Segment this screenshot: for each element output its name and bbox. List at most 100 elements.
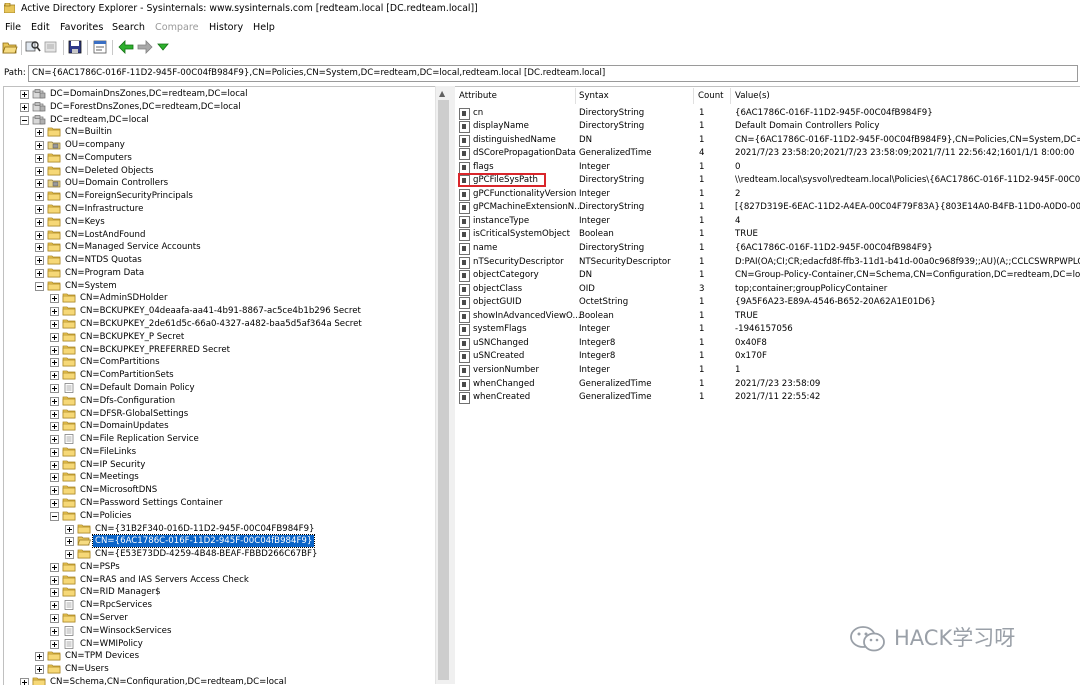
expand-icon[interactable] [35, 652, 44, 662]
expand-icon[interactable] [50, 613, 59, 623]
expand-icon[interactable] [50, 639, 59, 649]
attribute-row[interactable]: objectClass OID 3 top;container;groupPolicy… [455, 283, 1080, 297]
expand-icon[interactable] [35, 256, 44, 266]
collapse-icon[interactable] [50, 511, 59, 521]
properties-icon[interactable] [92, 39, 108, 55]
attribute-row[interactable]: gPCFunctionalityVersion Integer 1 2 [455, 188, 1080, 202]
attribute-row[interactable]: nTSecurityDescriptor NTSecurityDescriptor… [455, 256, 1080, 270]
expand-icon[interactable] [20, 90, 29, 99]
expand-icon[interactable] [50, 435, 59, 445]
expand-icon[interactable] [50, 562, 59, 572]
menu-history[interactable]: History [209, 22, 243, 33]
attribute-row[interactable]: gPCMachineExtensionN... DirectoryString 1 [… [455, 201, 1080, 215]
expand-icon[interactable] [35, 205, 44, 215]
open-folder-icon[interactable] [2, 39, 18, 55]
tree-scrollbar[interactable]: ▲ [435, 86, 451, 684]
expand-icon[interactable] [50, 588, 59, 598]
attribute-row[interactable]: whenChanged GeneralizedTime 1 2021/7/23 23:… [455, 378, 1080, 392]
attribute-row[interactable]: gPCFileSysPath DirectoryString 1 \\redteam.… [455, 174, 1080, 188]
expand-icon[interactable] [50, 307, 59, 317]
collapse-icon[interactable] [35, 281, 44, 291]
expand-icon[interactable] [35, 128, 44, 138]
scroll-up-arrow-icon[interactable]: ▲ [439, 89, 445, 98]
attribute-row[interactable]: displayName DirectoryString 1 Default Domai… [455, 120, 1080, 134]
expand-icon[interactable] [35, 141, 44, 151]
attribute-icon [459, 148, 470, 161]
attribute-name: gPCMachineExtensionN... [473, 202, 583, 213]
expand-icon[interactable] [35, 243, 44, 253]
forward-arrow-icon[interactable] [137, 39, 153, 55]
attribute-row[interactable]: cn DirectoryString 1 {6AC1786C-016F-11D2-94… [455, 107, 1080, 121]
expand-icon[interactable] [50, 473, 59, 483]
expand-icon[interactable] [35, 192, 44, 202]
column-header-syntax[interactable]: Syntax [575, 88, 694, 104]
save-icon[interactable] [67, 39, 83, 55]
scrollbar-thumb[interactable] [438, 100, 449, 680]
column-header-values[interactable]: Value(s) [731, 88, 1080, 104]
path-field[interactable]: CN={6AC1786C-016F-11D2-945F-00C04fB984F9… [28, 65, 1078, 82]
expand-icon[interactable] [35, 268, 44, 278]
attribute-icon [459, 161, 470, 174]
expand-icon[interactable] [65, 537, 74, 547]
expand-icon[interactable] [50, 383, 59, 393]
expand-icon[interactable] [50, 460, 59, 470]
attribute-syntax: DirectoryString [579, 243, 645, 253]
menu-compare[interactable]: Compare [155, 22, 199, 33]
column-header-count[interactable]: Count [694, 88, 731, 104]
expand-icon[interactable] [50, 294, 59, 304]
column-header-attribute[interactable]: Attribute [455, 88, 576, 104]
attribute-row[interactable]: isCriticalSystemObject Boolean 1 TRUE [455, 228, 1080, 242]
object-tree[interactable]: DC=DomainDnsZones,DC=redteam,DC=local DC=… [3, 86, 452, 685]
expand-icon[interactable] [50, 358, 59, 368]
attribute-row[interactable]: instanceType Integer 1 4 [455, 215, 1080, 229]
attribute-row[interactable]: flags Integer 1 0 [455, 161, 1080, 175]
folder-icon [62, 473, 76, 482]
attribute-row[interactable]: whenCreated GeneralizedTime 1 2021/7/11 22:… [455, 391, 1080, 405]
menu-search[interactable]: Search [112, 22, 145, 33]
expand-icon[interactable] [65, 524, 74, 534]
collapse-icon[interactable] [20, 115, 29, 125]
expand-icon[interactable] [50, 626, 59, 636]
expand-icon[interactable] [35, 217, 44, 227]
expand-icon[interactable] [35, 179, 44, 189]
expand-icon[interactable] [50, 371, 59, 381]
attribute-row[interactable]: objectCategory DN 1 CN=Group-Policy-Contain… [455, 269, 1080, 283]
expand-icon[interactable] [20, 102, 29, 112]
expand-icon[interactable] [50, 601, 59, 611]
expand-icon[interactable] [50, 345, 59, 355]
expand-icon[interactable] [50, 486, 59, 496]
attribute-row[interactable]: uSNChanged Integer8 1 0x40F8 [455, 337, 1080, 351]
back-arrow-icon[interactable] [118, 39, 134, 55]
policy-icon [64, 383, 74, 393]
expand-icon[interactable] [35, 166, 44, 176]
attribute-row[interactable]: name DirectoryString 1 {6AC1786C-016F-11D2-… [455, 242, 1080, 256]
expand-icon[interactable] [50, 498, 59, 508]
expand-icon[interactable] [50, 575, 59, 585]
path-value: CN={6AC1786C-016F-11D2-945F-00C04fB984F9… [32, 68, 606, 78]
menu-file[interactable]: File [5, 22, 21, 33]
attribute-row[interactable]: uSNCreated Integer8 1 0x170F [455, 350, 1080, 364]
expand-icon[interactable] [65, 550, 74, 560]
expand-icon[interactable] [35, 153, 44, 163]
expand-icon[interactable] [50, 422, 59, 432]
attribute-row[interactable]: systemFlags Integer 1 -1946157056 [455, 323, 1080, 337]
menu-favorites[interactable]: Favorites [60, 22, 103, 33]
attribute-row[interactable]: showInAdvancedViewO... Boolean 1 TRUE [455, 310, 1080, 324]
expand-icon[interactable] [35, 230, 44, 240]
tree-item-label: CN={6AC1786C-016F-11D2-945F-00C04fB984F9… [91, 534, 316, 549]
expand-icon[interactable] [50, 332, 59, 342]
menu-help[interactable]: Help [253, 22, 275, 33]
expand-icon[interactable] [50, 320, 59, 330]
attribute-row[interactable]: versionNumber Integer 1 1 [455, 364, 1080, 378]
attribute-row[interactable]: objectGUID OctetString 1 {9A5F6A23-E89A-454… [455, 296, 1080, 310]
expand-icon[interactable] [50, 447, 59, 457]
connect-search-icon[interactable] [25, 39, 41, 55]
attribute-row[interactable]: distinguishedName DN 1 CN={6AC1786C-016F-11… [455, 134, 1080, 148]
attribute-row[interactable]: dSCorePropagationData GeneralizedTime 4 202… [455, 147, 1080, 161]
expand-icon[interactable] [50, 409, 59, 419]
menu-edit[interactable]: Edit [31, 22, 50, 33]
expand-icon[interactable] [35, 665, 44, 675]
dropdown-arrow-icon[interactable] [155, 39, 171, 55]
expand-icon[interactable] [50, 396, 59, 406]
disconnect-icon[interactable] [43, 39, 59, 55]
